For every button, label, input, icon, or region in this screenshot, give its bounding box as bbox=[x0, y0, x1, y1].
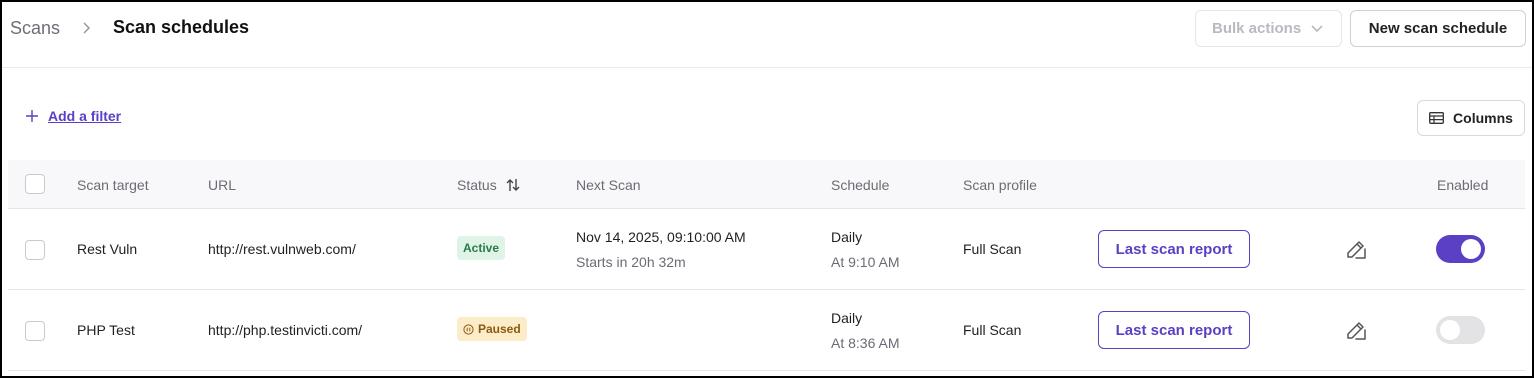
header-enabled: Enabled bbox=[1437, 177, 1489, 193]
row-checkbox[interactable] bbox=[25, 321, 45, 341]
next-scan-countdown: Starts in 20h 32m bbox=[576, 254, 686, 270]
chevron-down-icon bbox=[1311, 24, 1323, 32]
scan-url: http://php.testinvicti.com/ bbox=[208, 322, 363, 338]
page-header: Scans Scan schedules Bulk actions New sc… bbox=[2, 2, 1532, 68]
select-all-checkbox[interactable] bbox=[25, 174, 45, 194]
bulk-actions-button[interactable]: Bulk actions bbox=[1195, 10, 1342, 47]
breadcrumb-scans-link[interactable]: Scans bbox=[10, 18, 60, 39]
header-status-label: Status bbox=[457, 177, 497, 193]
bulk-actions-label: Bulk actions bbox=[1212, 20, 1302, 37]
columns-label: Columns bbox=[1453, 110, 1513, 126]
header-url: URL bbox=[208, 177, 237, 193]
scan-target: PHP Test bbox=[77, 322, 135, 338]
schedule-time: At 9:10 AM bbox=[831, 254, 900, 270]
table-header-row: Scan target URL Status Next Scan Schedul… bbox=[8, 160, 1525, 209]
table-row: Rest Vuln http://rest.vulnweb.com/ Activ… bbox=[8, 209, 1525, 290]
edit-icon[interactable] bbox=[1344, 318, 1368, 342]
status-badge: Paused bbox=[457, 317, 527, 341]
scan-profile: Full Scan bbox=[963, 322, 1022, 338]
enabled-toggle[interactable] bbox=[1436, 235, 1485, 263]
header-next-scan: Next Scan bbox=[576, 177, 641, 193]
new-scan-schedule-button[interactable]: New scan schedule bbox=[1350, 10, 1526, 47]
row-checkbox[interactable] bbox=[25, 240, 45, 260]
chevron-right-icon bbox=[83, 22, 91, 34]
toggle-knob bbox=[1440, 320, 1460, 340]
edit-icon[interactable] bbox=[1344, 237, 1368, 261]
add-filter-label: Add a filter bbox=[48, 108, 122, 124]
header-scan-profile: Scan profile bbox=[963, 177, 1037, 193]
status-label: Paused bbox=[478, 322, 521, 336]
scan-profile: Full Scan bbox=[963, 241, 1022, 257]
schedule-frequency: Daily bbox=[831, 229, 863, 245]
schedule-frequency: Daily bbox=[831, 310, 863, 326]
header-schedule: Schedule bbox=[831, 177, 890, 193]
add-filter-button[interactable]: Add a filter bbox=[26, 108, 121, 124]
header-status[interactable]: Status bbox=[457, 177, 521, 193]
enabled-toggle[interactable] bbox=[1436, 316, 1485, 344]
last-scan-report-button[interactable]: Last scan report bbox=[1098, 230, 1250, 268]
status-label: Active bbox=[463, 241, 500, 255]
scan-target: Rest Vuln bbox=[77, 241, 138, 257]
scan-url: http://rest.vulnweb.com/ bbox=[208, 241, 356, 257]
sort-icon bbox=[506, 179, 520, 191]
plus-icon bbox=[26, 110, 38, 122]
columns-button[interactable]: Columns bbox=[1417, 100, 1525, 136]
header-scan-target: Scan target bbox=[77, 177, 149, 193]
last-scan-report-button[interactable]: Last scan report bbox=[1098, 311, 1250, 349]
table-columns-icon bbox=[1429, 112, 1444, 124]
toggle-knob bbox=[1461, 239, 1481, 259]
status-badge: Active bbox=[457, 236, 506, 260]
pause-icon bbox=[463, 323, 474, 335]
next-scan-datetime: Nov 14, 2025, 09:10:00 AM bbox=[576, 229, 746, 245]
schedule-time: At 8:36 AM bbox=[831, 335, 900, 351]
table-row: PHP Test http://php.testinvicti.com/ Pau… bbox=[8, 290, 1525, 371]
page-title: Scan schedules bbox=[113, 17, 250, 37]
